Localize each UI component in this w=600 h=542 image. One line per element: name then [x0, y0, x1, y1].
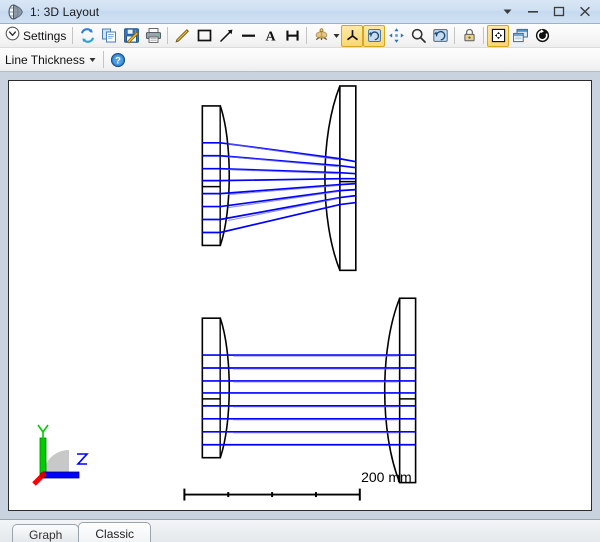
svg-text:?: ? [115, 54, 121, 65]
window-controls [494, 1, 598, 23]
help-icon[interactable]: ? [107, 49, 129, 71]
tab-graph-label: Graph [29, 528, 62, 542]
rotate-icon[interactable] [363, 25, 385, 47]
left-element-top [202, 106, 229, 246]
tab-classic-label: Classic [95, 527, 134, 541]
zoom-icon[interactable] [407, 25, 429, 47]
fit-window-icon[interactable] [487, 25, 509, 47]
line-thickness-chevron-down-icon [88, 57, 97, 63]
axis-tripod-icon[interactable] [341, 25, 363, 47]
bottom-tab-strip: Graph Classic [0, 519, 600, 542]
lens-3d-icon [6, 3, 24, 21]
scale-bar-label: 200 mm [361, 469, 412, 485]
lock-icon[interactable] [458, 25, 480, 47]
line-icon[interactable] [237, 25, 259, 47]
toolbar-separator [454, 27, 455, 44]
toolbar-separator [72, 27, 73, 44]
save-icon[interactable] [120, 25, 142, 47]
reset-view-icon[interactable] [429, 25, 451, 47]
isometric-view-chevron-down-icon[interactable] [332, 33, 341, 39]
title-bar: 1: 3D Layout [0, 0, 600, 24]
pencil-annotation-icon[interactable] [171, 25, 193, 47]
settings-chevron-down-icon [5, 26, 20, 46]
layout-drawing [9, 81, 591, 510]
on-axis-field-view [202, 298, 415, 482]
toolbar-separator [103, 51, 104, 68]
scale-bar [184, 489, 359, 501]
maximize-icon[interactable] [546, 1, 572, 23]
rectangle-icon[interactable] [193, 25, 215, 47]
toolbar-separator [483, 27, 484, 44]
tab-graph[interactable]: Graph [12, 524, 79, 542]
right-element-bottom [385, 298, 416, 482]
refresh-dark-icon[interactable] [531, 25, 553, 47]
dimension-icon[interactable] [281, 25, 303, 47]
arrow-icon[interactable] [215, 25, 237, 47]
app-window: 1: 3D Layout Sett [0, 0, 600, 542]
copy-icon[interactable] [98, 25, 120, 47]
line-thickness-dropdown[interactable]: Line Thickness [2, 49, 100, 71]
print-icon[interactable] [142, 25, 164, 47]
tab-classic[interactable]: Classic [78, 522, 151, 542]
canvas-container: 200 mm [0, 72, 600, 519]
svg-text:A: A [265, 30, 276, 44]
pan-icon[interactable] [385, 25, 407, 47]
refresh-icon[interactable] [76, 25, 98, 47]
line-thickness-label: Line Thickness [5, 53, 85, 67]
left-element-bottom [202, 318, 229, 458]
minimize-icon[interactable] [520, 1, 546, 23]
toolbar-secondary: Line Thickness ? [0, 48, 600, 72]
window-menu-chevron-down-icon[interactable] [494, 1, 520, 23]
close-icon[interactable] [572, 1, 598, 23]
toolbar-separator [306, 27, 307, 44]
settings-label: Settings [23, 29, 66, 43]
window-title: 1: 3D Layout [30, 5, 99, 19]
toolbar-separator [167, 27, 168, 44]
axis-indicator [21, 424, 93, 490]
isometric-view-icon[interactable] [310, 25, 332, 47]
layout-canvas[interactable]: 200 mm [8, 80, 592, 511]
text-icon[interactable]: A [259, 25, 281, 47]
toolbar-primary: Settings [0, 24, 600, 48]
settings-dropdown[interactable]: Settings [2, 25, 69, 47]
tilted-field-view [202, 86, 355, 270]
detach-window-icon[interactable] [509, 25, 531, 47]
